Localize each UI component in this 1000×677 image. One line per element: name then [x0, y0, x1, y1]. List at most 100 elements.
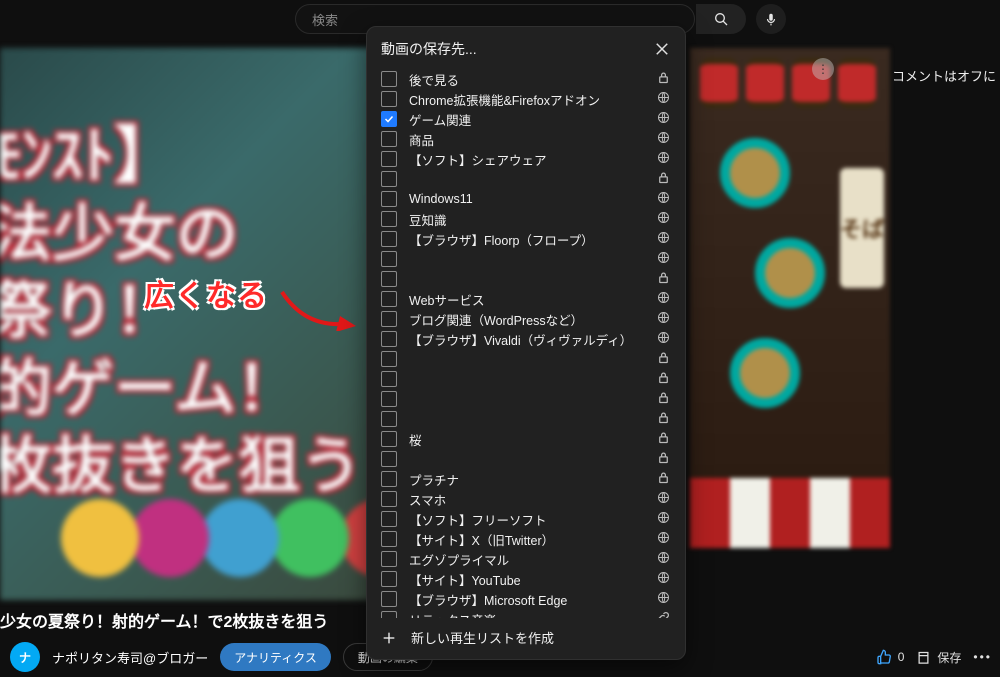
playlist-label: 【ソフト】フリーソフト — [409, 510, 644, 529]
close-button[interactable] — [653, 40, 671, 58]
playlist-item[interactable]: 【ブラウザ】Microsoft Edge — [381, 589, 671, 609]
playlist-label: リラックス音楽 — [409, 610, 644, 619]
playlist-label — [409, 452, 644, 466]
playlist-item[interactable] — [381, 449, 671, 469]
playlist-checkbox[interactable] — [381, 531, 397, 547]
playlist-label: 【サイト】X（旧Twitter） — [409, 530, 644, 549]
playlist-item[interactable]: スマホ — [381, 489, 671, 509]
playlist-item[interactable]: 【ブラウザ】Vivaldi（ヴィヴァルディ） — [381, 329, 671, 349]
search-icon — [713, 11, 729, 27]
playlist-item[interactable]: 桜 — [381, 429, 671, 449]
playlist-label: 【サイト】YouTube — [409, 570, 644, 589]
playlist-checkbox[interactable] — [381, 311, 397, 327]
playlist-item[interactable]: ブログ関連（WordPressなど） — [381, 309, 671, 329]
playlist-checkbox[interactable] — [381, 611, 397, 618]
playlist-item[interactable] — [381, 409, 671, 429]
playlist-item[interactable]: Chrome拡張機能&Firefoxアドオン — [381, 89, 671, 109]
playlist-item[interactable]: 【ブラウザ】Floorp（フロープ） — [381, 229, 671, 249]
playlist-item[interactable]: 後で見る — [381, 69, 671, 89]
playlist-checkbox[interactable] — [381, 471, 397, 487]
playlist-label: エグゾプライマル — [409, 550, 644, 569]
info-icon[interactable]: ⋮ — [812, 58, 834, 80]
playlist-item[interactable] — [381, 249, 671, 269]
playlist-checkbox[interactable] — [381, 351, 397, 367]
playlist-checkbox[interactable] — [381, 211, 397, 227]
playlist-checkbox[interactable] — [381, 411, 397, 427]
playlist-item[interactable] — [381, 389, 671, 409]
playlist-item[interactable] — [381, 169, 671, 189]
playlist-checkbox[interactable] — [381, 251, 397, 267]
playlist-checkbox[interactable] — [381, 171, 397, 187]
search-button[interactable] — [696, 4, 746, 34]
playlist-item[interactable]: 【サイト】X（旧Twitter） — [381, 529, 671, 549]
secondary-thumbnail: そば — [690, 48, 890, 548]
playlist-checkbox[interactable] — [381, 491, 397, 507]
playlist-item[interactable] — [381, 269, 671, 289]
playlist-label — [409, 352, 644, 366]
playlist-checkbox[interactable] — [381, 271, 397, 287]
globe-icon — [656, 310, 671, 328]
playlist-label: 商品 — [409, 130, 644, 149]
playlist-item[interactable]: 【サイト】YouTube — [381, 569, 671, 589]
playlist-label: Webサービス — [409, 290, 644, 309]
microphone-icon — [764, 12, 778, 26]
playlist-item[interactable] — [381, 369, 671, 389]
playlist-label — [409, 172, 644, 186]
playlist-checkbox[interactable] — [381, 291, 397, 307]
playlist-label: プラチナ — [409, 470, 644, 489]
playlist-item[interactable]: 【ソフト】フリーソフト — [381, 509, 671, 529]
playlist-item[interactable]: Webサービス — [381, 289, 671, 309]
bookmark-icon — [916, 650, 931, 665]
channel-avatar[interactable]: ナ — [10, 642, 40, 672]
playlist-label: ゲーム関連 — [409, 110, 644, 129]
playlist-item[interactable]: 商品 — [381, 129, 671, 149]
channel-name[interactable]: ナポリタン寿司@ブロガー — [52, 648, 208, 667]
playlist-list[interactable]: 後で見るChrome拡張機能&Firefoxアドオンゲーム関連商品【ソフト】シェ… — [367, 69, 685, 618]
playlist-checkbox[interactable] — [381, 551, 397, 567]
playlist-checkbox[interactable] — [381, 191, 397, 207]
playlist-label: 【ソフト】シェアウェア — [409, 150, 644, 169]
playlist-checkbox[interactable] — [381, 71, 397, 87]
voice-search-button[interactable] — [756, 4, 786, 34]
create-playlist-button[interactable]: 新しい再生リストを作成 — [367, 618, 685, 659]
playlist-label: ブログ関連（WordPressなど） — [409, 310, 644, 329]
playlist-checkbox[interactable] — [381, 431, 397, 447]
analytics-button[interactable]: アナリティクス — [220, 643, 331, 671]
save-button[interactable]: 保存 — [916, 649, 961, 666]
playlist-label — [409, 272, 644, 286]
playlist-label: Windows11 — [409, 192, 644, 206]
playlist-checkbox[interactable] — [381, 91, 397, 107]
playlist-checkbox[interactable] — [381, 151, 397, 167]
globe-icon — [656, 590, 671, 608]
globe-icon — [656, 90, 671, 108]
modal-header: 動画の保存先... — [367, 27, 685, 69]
playlist-checkbox[interactable] — [381, 111, 397, 127]
playlist-item[interactable]: 豆知識 — [381, 209, 671, 229]
more-actions-button[interactable]: ••• — [973, 650, 992, 664]
globe-icon — [656, 550, 671, 568]
playlist-item[interactable] — [381, 349, 671, 369]
playlist-checkbox[interactable] — [381, 451, 397, 467]
like-button[interactable]: 0 — [876, 649, 905, 665]
playlist-item[interactable]: 【ソフト】シェアウェア — [381, 149, 671, 169]
playlist-checkbox[interactable] — [381, 511, 397, 527]
playlist-item[interactable]: ゲーム関連 — [381, 109, 671, 129]
playlist-item[interactable]: エグゾプライマル — [381, 549, 671, 569]
playlist-checkbox[interactable] — [381, 571, 397, 587]
playlist-label — [409, 392, 644, 406]
playlist-item[interactable]: プラチナ — [381, 469, 671, 489]
save-to-playlist-modal: 動画の保存先... 後で見るChrome拡張機能&Firefoxアドオンゲーム関… — [366, 26, 686, 660]
globe-icon — [656, 510, 671, 528]
playlist-checkbox[interactable] — [381, 331, 397, 347]
annotation-label: 広くなる — [144, 271, 268, 315]
playlist-item[interactable]: リラックス音楽 — [381, 609, 671, 618]
lock-icon — [656, 170, 671, 188]
playlist-checkbox[interactable] — [381, 131, 397, 147]
annotation-arrow-icon — [278, 286, 358, 331]
playlist-checkbox[interactable] — [381, 391, 397, 407]
create-playlist-label: 新しい再生リストを作成 — [411, 628, 554, 647]
playlist-checkbox[interactable] — [381, 231, 397, 247]
playlist-checkbox[interactable] — [381, 591, 397, 607]
playlist-checkbox[interactable] — [381, 371, 397, 387]
playlist-item[interactable]: Windows11 — [381, 189, 671, 209]
